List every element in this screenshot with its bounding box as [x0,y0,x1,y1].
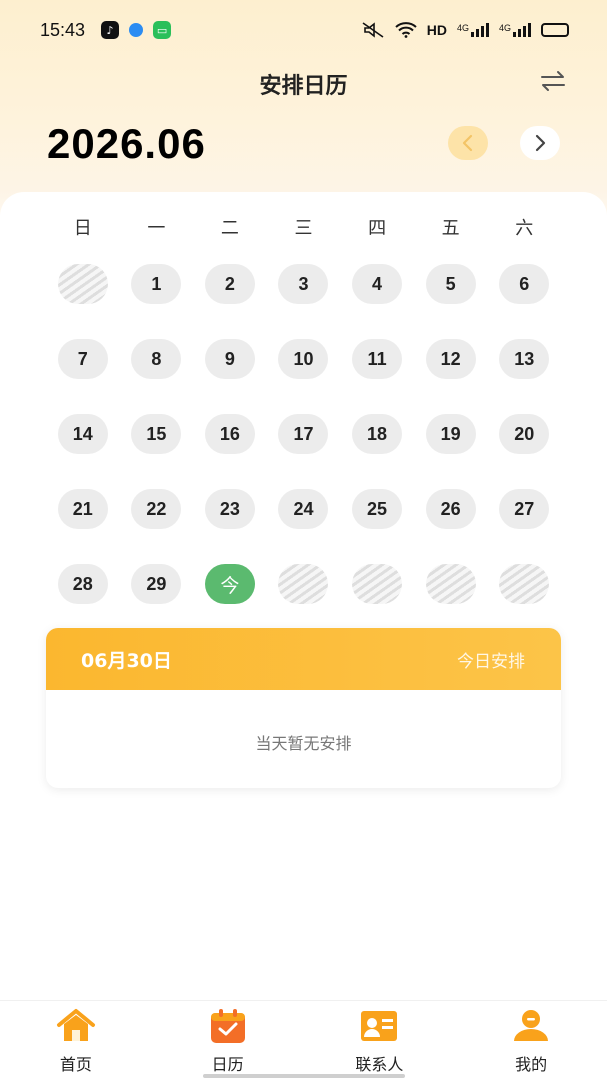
day-cell[interactable]: 21 [57,489,108,529]
contact-card-icon [361,1011,398,1041]
day-cell[interactable]: 5 [425,264,476,304]
day-cell[interactable]: 11 [352,339,403,379]
nav-item-home[interactable]: 首页 [0,1001,152,1080]
chevron-left-icon [462,134,473,152]
title-bar: 安排日历 [0,60,607,104]
calendar-icon [210,1009,245,1043]
nav-label-home: 首页 [59,1055,92,1074]
calendar-card: 日 一 二 三 四 五 六 1 2 3 4 5 6 7 8 9 10 11 12 13 14 15 16 17 1… [0,192,607,1000]
day-cell[interactable]: 18 [352,414,403,454]
status-indicators: HD 4G 4G [361,22,569,38]
nav-item-contacts[interactable]: 联系人 [304,1001,456,1080]
home-indicator[interactable] [203,1074,405,1078]
nav-item-profile[interactable]: 我的 [455,1001,607,1080]
day-cell[interactable]: 10 [278,339,329,379]
day-cell[interactable]: 26 [425,489,476,529]
signal-icon-2: 4G [499,23,531,37]
swap-arrows-icon[interactable] [539,68,567,94]
day-cell[interactable]: 2 [204,264,255,304]
day-cell[interactable]: 22 [131,489,182,529]
hd-label: HD [426,22,447,38]
day-cell[interactable]: 8 [131,339,182,379]
day-cell[interactable]: 24 [278,489,329,529]
chevron-right-icon [535,134,546,152]
schedule-card: 06月30日 今日安排 当天暂无安排 [46,628,561,788]
day-cell[interactable]: 13 [499,339,550,379]
schedule-tag: 今日安排 [457,651,525,672]
weekday-mon: 一 [147,218,166,239]
day-cell[interactable]: 25 [352,489,403,529]
tiktok-icon: ♪ [101,21,120,39]
day-cell[interactable]: 27 [499,489,550,529]
day-cell[interactable]: 29 [131,564,182,604]
page-title: 安排日历 [259,74,348,99]
nav-item-calendar[interactable]: 日历 [152,1001,304,1080]
day-cell-today[interactable]: 今 [204,564,255,604]
battery-icon [541,23,569,37]
user-icon [514,1010,549,1041]
next-month-button[interactable] [520,126,560,160]
day-cell[interactable]: 14 [57,414,108,454]
weekday-wed: 三 [294,218,313,239]
month-navigator: 2026.06 [0,118,607,174]
empty-day-cell [352,564,403,604]
day-cell[interactable]: 12 [425,339,476,379]
day-cell[interactable]: 4 [352,264,403,304]
weekday-thu: 四 [368,218,387,239]
day-cell[interactable]: 3 [278,264,329,304]
prev-month-button[interactable] [448,126,488,160]
bottom-nav: 首页 日历 联系人 我的 [0,1000,607,1080]
month-label: 2026.06 [47,120,206,167]
day-cell[interactable]: 23 [204,489,255,529]
day-cell[interactable]: 7 [57,339,108,379]
day-grid: 1 2 3 4 5 6 7 8 9 10 11 12 13 14 15 16 17 18 19 20 21 22 23 24 2… [46,264,561,604]
empty-day-cell [278,564,329,604]
weekday-header: 日 一 二 三 四 五 六 [46,214,561,240]
message-icon: ▭ [153,21,172,39]
nav-label-profile: 我的 [515,1055,548,1074]
day-cell[interactable]: 9 [204,339,255,379]
network-type-label: 4G [456,23,469,33]
day-cell[interactable]: 19 [425,414,476,454]
day-cell[interactable]: 17 [278,414,329,454]
mute-icon [362,22,384,38]
empty-day-cell [499,564,550,604]
home-icon [56,1009,95,1041]
empty-day-cell [57,264,108,304]
weekday-sat: 六 [515,218,534,239]
day-cell[interactable]: 1 [131,264,182,304]
day-cell[interactable]: 15 [131,414,182,454]
schedule-header: 06月30日 今日安排 [46,628,561,690]
weekday-sun: 日 [73,218,92,239]
signal-icon: 4G [457,23,489,37]
wifi-icon [395,22,417,38]
schedule-empty-text: 当天暂无安排 [255,734,352,753]
day-cell[interactable]: 16 [204,414,255,454]
schedule-date: 06月30日 [81,649,172,672]
day-cell[interactable]: 20 [499,414,550,454]
status-bar: 15:43 ♪ ▭ HD 4G 4G [0,0,607,60]
weekday-tue: 二 [220,218,239,239]
empty-day-cell [425,564,476,604]
weekday-fri: 五 [441,218,460,239]
nav-label-contacts: 联系人 [355,1055,404,1074]
nav-label-calendar: 日历 [211,1055,244,1074]
day-cell[interactable]: 28 [57,564,108,604]
status-time: 15:43 [40,19,86,40]
browser-icon [129,23,144,37]
network-type-label-2: 4G [498,23,511,33]
day-cell[interactable]: 6 [499,264,550,304]
